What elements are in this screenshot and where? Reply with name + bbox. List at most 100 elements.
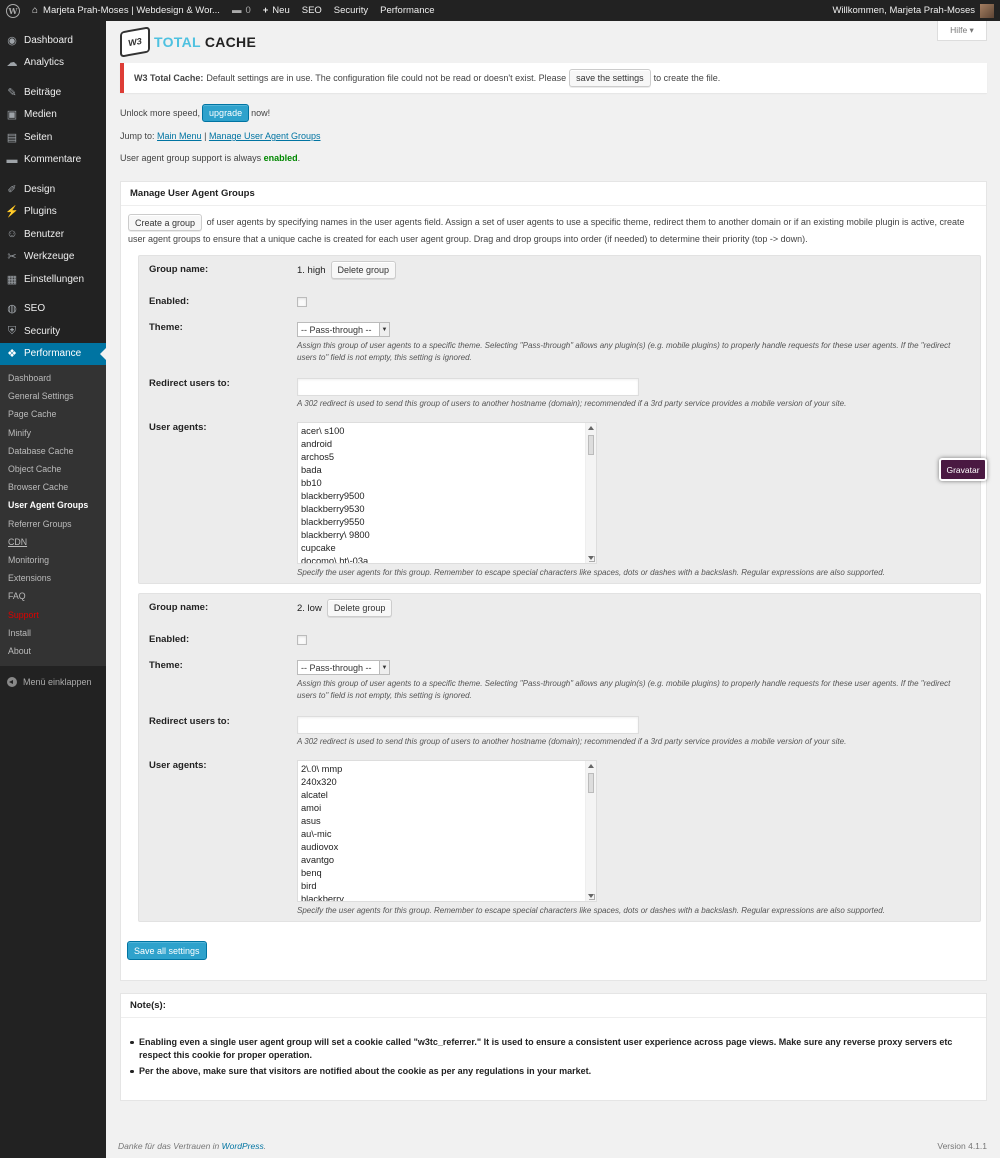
user-agent-group[interactable]: Group name: 2. low Delete group Enabled:… [138, 593, 981, 922]
dropdown-arrow-icon: ▼ [379, 661, 389, 674]
resize-handle-icon[interactable] [589, 894, 595, 900]
collapse-menu-button[interactable]: Menü einklappen [0, 673, 106, 691]
wordpress-logo-menu[interactable]: W [0, 0, 26, 21]
sidebar-item-label: Kommentare [24, 154, 82, 166]
user-agent-entry: alcatel [301, 789, 328, 800]
note-item: Enabling even a single user agent group … [130, 1036, 980, 1061]
footer-thanks: Danke für das Vertrauen in WordPress. [118, 1141, 266, 1151]
sidebar-item-performance[interactable]: ❖ Performance [0, 342, 106, 365]
gravatar-button[interactable]: Gravatar [939, 458, 987, 481]
help-tab[interactable]: Hilfe ▾ [937, 21, 987, 41]
performance-menu[interactable]: Performance [374, 0, 440, 21]
upgrade-button[interactable]: upgrade [202, 104, 250, 122]
enabled-checkbox[interactable] [297, 635, 307, 645]
sidebar-item-label: Benutzer [24, 228, 65, 240]
new-content-menu[interactable]: + Neu [257, 0, 296, 21]
submenu-item-install[interactable]: Install [0, 624, 106, 642]
scroll-thumb[interactable] [588, 773, 594, 793]
submenu-item-support[interactable]: Support [0, 605, 106, 623]
textarea-scrollbar[interactable] [585, 423, 596, 563]
submenu-item-object-cache[interactable]: Object Cache [0, 460, 106, 478]
sidebar-item-security[interactable]: ⛨ Security [0, 320, 106, 343]
user-agents-textarea[interactable]: 2\.0\ mmp 240x320 alcatel amoi asus au\-mic au… [297, 760, 597, 902]
user-agent-entry: bada [301, 464, 322, 475]
submenu-item-about[interactable]: About [0, 642, 106, 660]
user-agent-group[interactable]: Group name: 1. high Delete group Enabled… [138, 255, 981, 584]
delete-group-button[interactable]: Delete group [326, 599, 393, 617]
user-agent-entry: bird [301, 880, 317, 891]
create-group-button[interactable]: Create a group [128, 214, 203, 232]
sidebar-item-design[interactable]: ✐ Design [0, 178, 106, 201]
seo-menu[interactable]: SEO [296, 0, 328, 21]
security-menu[interactable]: Security [328, 0, 374, 21]
submenu-item-monitoring[interactable]: Monitoring [0, 551, 106, 569]
submenu-item-cdn[interactable]: CDN [0, 533, 106, 551]
scroll-up-icon[interactable] [588, 426, 594, 430]
user-agent-entry: archos5 [301, 451, 335, 462]
textarea-scrollbar[interactable] [585, 761, 596, 901]
upgrade-text: Unlock more speed, [120, 108, 201, 118]
group-name: 1. high [297, 264, 326, 276]
sidebar-item-label: Dashboard [24, 34, 73, 46]
save-settings-button[interactable]: save the settings [569, 69, 651, 87]
sidebar-item-label: SEO [24, 303, 46, 315]
sidebar-item-label: Plugins [24, 206, 57, 218]
theme-select[interactable]: -- Pass-through -- ▼ [297, 322, 390, 337]
sidebar-item-dashboard[interactable]: ◉ Dashboard [0, 29, 106, 52]
submenu-item-faq[interactable]: FAQ [0, 587, 106, 605]
submenu-item-referrer-groups[interactable]: Referrer Groups [0, 515, 106, 533]
sidebar-item-kommentare[interactable]: ▬ Kommentare [0, 149, 106, 172]
menu-separator [0, 171, 106, 178]
submenu-item-dashboard[interactable]: Dashboard [0, 369, 106, 387]
submenu-item-minify[interactable]: Minify [0, 424, 106, 442]
sidebar-item-medien[interactable]: ▣ Medien [0, 104, 106, 127]
sidebar-item-beitr-ge[interactable]: ✎ Beiträge [0, 81, 106, 104]
submenu-item-database-cache[interactable]: Database Cache [0, 442, 106, 460]
error-notice: W3 Total Cache: Default settings are in … [120, 63, 987, 93]
group-name: 2. low [297, 602, 322, 614]
my-account-menu[interactable]: Willkommen, Marjeta Prah-Moses [826, 0, 1000, 21]
main-content: W3 TOTAL CACHE Hilfe ▾ W3 Total Cache: D… [106, 21, 1000, 1158]
user-agents-textarea[interactable]: acer\ s100 android archos5 bada bb10 blackber… [297, 422, 597, 564]
comments-link[interactable]: ▬ 0 [226, 0, 257, 21]
resize-handle-icon[interactable] [589, 556, 595, 562]
redirect-input[interactable] [297, 716, 639, 734]
submenu-item-user-agent-groups[interactable]: User Agent Groups [0, 496, 106, 514]
notes-title: Note(s): [121, 994, 986, 1018]
plus-icon: + [262, 5, 269, 16]
redirect-input[interactable] [297, 378, 639, 396]
logo-text-part1: TOTAL [154, 34, 201, 50]
manage-user-agent-groups-link[interactable]: Manage User Agent Groups [209, 131, 321, 141]
sidebar-item-werkzeuge[interactable]: ✂ Werkzeuge [0, 246, 106, 269]
sidebar-item-seiten[interactable]: ▤ Seiten [0, 126, 106, 149]
scroll-up-icon[interactable] [588, 764, 594, 768]
sidebar-item-benutzer[interactable]: ☺ Benutzer [0, 223, 106, 246]
shield-icon: ⛨ [7, 324, 17, 337]
submenu-item-browser-cache[interactable]: Browser Cache [0, 478, 106, 496]
submenu-item-general-settings[interactable]: General Settings [0, 387, 106, 405]
site-name-link[interactable]: ⌂ Marjeta Prah-Moses | Webdesign & Wor..… [26, 0, 226, 21]
user-agent-entry: docomo\ ht\-03a [301, 555, 369, 564]
theme-select[interactable]: -- Pass-through -- ▼ [297, 660, 390, 675]
comments-icon: ▬ [6, 153, 18, 166]
user-agent-entry: blackberry [301, 893, 344, 902]
sidebar-item-analytics[interactable]: ☁ Analytics [0, 52, 106, 75]
user-agent-entry: audiovox [301, 841, 339, 852]
sidebar-item-seo[interactable]: ◍ SEO [0, 298, 106, 321]
user-agents-list: 2\.0\ mmp 240x320 alcatel amoi asus au\-mic au… [298, 761, 596, 902]
sidebar-item-plugins[interactable]: ⚡ Plugins [0, 201, 106, 224]
collapse-label: Menü einklappen [23, 677, 92, 687]
delete-group-button[interactable]: Delete group [330, 261, 397, 279]
user-agent-entry: avantgo [301, 854, 335, 865]
sidebar-item-einstellungen[interactable]: ▦ Einstellungen [0, 268, 106, 291]
scroll-thumb[interactable] [588, 435, 594, 455]
main-menu-link[interactable]: Main Menu [157, 131, 202, 141]
save-all-settings-button[interactable]: Save all settings [127, 941, 207, 960]
user-agent-entry: blackberry\ 9800 [301, 529, 370, 540]
wordpress-link[interactable]: WordPress [222, 1141, 264, 1151]
enabled-checkbox[interactable] [297, 297, 307, 307]
user-agent-entry: 240x320 [301, 776, 337, 787]
submenu-item-page-cache[interactable]: Page Cache [0, 405, 106, 423]
submenu-item-extensions[interactable]: Extensions [0, 569, 106, 587]
home-icon: ⌂ [32, 5, 39, 16]
